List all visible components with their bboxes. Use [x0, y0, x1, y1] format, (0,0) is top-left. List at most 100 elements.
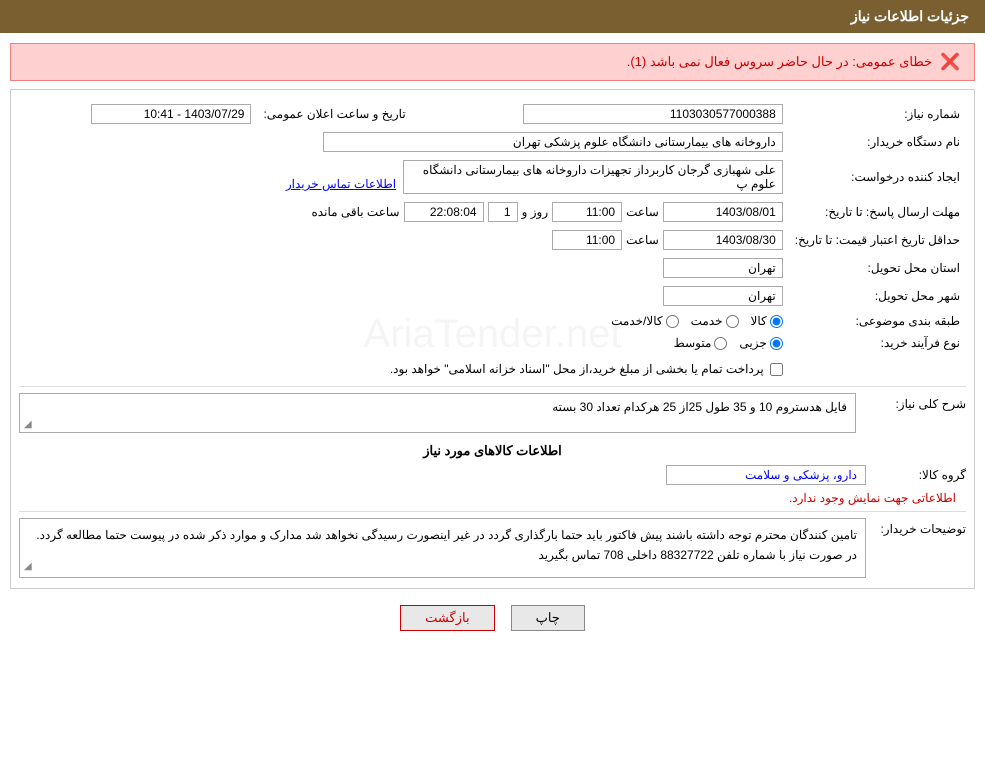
groupKala-row: گروه کالا: دارو، پزشکی و سلامت — [19, 465, 966, 485]
tarikh-label: تاریخ و ساعت اعلان عمومی: — [257, 100, 411, 128]
sharhKoli-box: فایل هدستروم 10 و 35 طول 25از 25 هرکدام … — [19, 393, 856, 433]
mohlat-rooz-label: روز و — [522, 205, 549, 219]
tabaghe-kalaKhedmat-item[interactable]: کالا/خدمت — [611, 314, 678, 328]
tozi-box: تامین کنندگان محترم توجه داشته باشند پیش… — [19, 518, 866, 578]
error-icon: ❌ — [940, 52, 960, 72]
row-shahr: شهر محل تحویل: تهران — [19, 282, 966, 310]
page-title: جزئیات اطلاعات نیاز — [851, 8, 969, 24]
separator-1 — [19, 386, 966, 387]
mohlat-group: 1403/08/01 ساعت 11:00 روز و 1 22:08:04 س… — [25, 202, 783, 222]
shahr-value: تهران — [19, 282, 789, 310]
navFarayand-motavasset-item[interactable]: متوسط — [674, 336, 728, 350]
navFarayand-radios: جزیی متوسط — [19, 332, 789, 354]
navFarayand-motavasset-label: متوسط — [674, 336, 712, 350]
namDastgah-value: داروخانه های بیمارستانی دانشگاه علوم پزش… — [19, 128, 789, 156]
ijadKon-field: علی شهبازی گرجان کاربرداز تجهیزات داروخا… — [403, 160, 783, 194]
page-wrapper: جزئیات اطلاعات نیاز ❌ خطای عمومی: در حال… — [0, 0, 985, 765]
ostan-value: تهران — [19, 254, 789, 282]
hadaghal-group: 1403/08/30 ساعت 11:00 — [25, 230, 783, 250]
print-button[interactable]: چاپ — [511, 605, 585, 631]
checkbox-label: پرداخت تمام یا بخشی از مبلغ خرید،از محل … — [390, 362, 764, 376]
page-header: جزئیات اطلاعات نیاز — [0, 0, 985, 33]
hadaghal-date-field: 1403/08/30 — [663, 230, 783, 250]
navFarayand-label: نوع فرآیند خرید: — [789, 332, 966, 354]
row-hadaghal: حداقل تاریخ اعتبار قیمت: تا تاریخ: 1403/… — [19, 226, 966, 254]
noInfo-text: اطلاعاتی جهت نمایش وجود ندارد. — [19, 491, 966, 505]
navFarayand-jozi-label: جزیی — [739, 336, 766, 350]
form-table: شماره نیاز: 1103030577000388 تاریخ و ساع… — [19, 100, 966, 380]
shahr-field: تهران — [663, 286, 783, 306]
tozi-row: توضیحات خریدار: تامین کنندگان محترم توجه… — [19, 518, 966, 578]
checkbox-row: پرداخت تمام یا بخشی از مبلغ خرید،از محل … — [25, 362, 783, 376]
khazane-checkbox[interactable] — [770, 363, 783, 376]
separator-2 — [19, 511, 966, 512]
mohlat-saat-field: 11:00 — [552, 202, 622, 222]
tabaghe-khedmat-label: خدمت — [691, 314, 723, 328]
mohlat-saat-label: ساعت — [626, 205, 659, 219]
groupKala-field: دارو، پزشکی و سلامت — [666, 465, 866, 485]
ijadKon-label: ایجاد کننده درخواست: — [789, 156, 966, 198]
tarikh-field: 1403/07/29 - 10:41 — [91, 104, 251, 124]
checkbox-cell: پرداخت تمام یا بخشی از مبلغ خرید،از محل … — [19, 354, 789, 380]
checkbox-label-cell — [789, 354, 966, 380]
namDastgah-label: نام دستگاه خریدار: — [789, 128, 966, 156]
sharhKoli-label: شرح کلی نیاز: — [856, 393, 966, 411]
row-ostan: استان محل تحویل: تهران — [19, 254, 966, 282]
row-navFarayand: نوع فرآیند خرید: جزیی متوسط — [19, 332, 966, 354]
row-tabaghe: طبقه بندی موضوعی: کالا خدمت — [19, 310, 966, 332]
hadaghal-label: حداقل تاریخ اعتبار قیمت: تا تاریخ: — [789, 226, 966, 254]
row-mohlat: مهلت ارسال پاسخ: تا تاریخ: 1403/08/01 سا… — [19, 198, 966, 226]
shomareNiaz-label: شماره نیاز: — [789, 100, 966, 128]
tabaghe-radios: کالا خدمت کالا/خدمت — [19, 310, 789, 332]
ijadKon-value: علی شهبازی گرجان کاربرداز تجهیزات داروخا… — [19, 156, 789, 198]
hadaghal-saat-label: ساعت — [626, 233, 659, 247]
tabaghe-radio-group: کالا خدمت کالا/خدمت — [25, 314, 783, 328]
mohlat-date-field: 1403/08/01 — [663, 202, 783, 222]
namDastgah-field: داروخانه های بیمارستانی دانشگاه علوم پزش… — [323, 132, 783, 152]
groupKala-label: گروه کالا: — [866, 468, 966, 482]
shomareNiaz-field: 1103030577000388 — [523, 104, 783, 124]
tabaghe-kala-item[interactable]: کالا — [751, 314, 783, 328]
hadaghal-value: 1403/08/30 ساعت 11:00 — [19, 226, 789, 254]
shomareNiaz-value: 1103030577000388 — [412, 100, 789, 128]
ostan-label: استان محل تحویل: — [789, 254, 966, 282]
sharhKoli-text: فایل هدستروم 10 و 35 طول 25از 25 هرکدام … — [552, 400, 847, 414]
ijadKon-link[interactable]: اطلاعات تماس خریدار — [286, 177, 396, 191]
mohlat-value: 1403/08/01 ساعت 11:00 روز و 1 22:08:04 س… — [19, 198, 789, 226]
tozi-text: تامین کنندگان محترم توجه داشته باشند پیش… — [36, 528, 857, 562]
main-form-section: AriaTender.net شماره نیاز: 1103030577000… — [10, 89, 975, 589]
ostan-field: تهران — [663, 258, 783, 278]
row-shomareNiaz: شماره نیاز: 1103030577000388 تاریخ و ساع… — [19, 100, 966, 128]
back-button[interactable]: بازگشت — [400, 605, 494, 631]
tabaghe-kalaKhedmat-radio[interactable] — [666, 315, 679, 328]
tarikh-value: 1403/07/29 - 10:41 — [19, 100, 257, 128]
navFarayand-jozi-radio[interactable] — [770, 337, 783, 350]
kalaInfo-title: اطلاعات کالاهای مورد نیاز — [19, 443, 966, 459]
navFarayand-motavasset-radio[interactable] — [714, 337, 727, 350]
tozi-box-wrap: تامین کنندگان محترم توجه داشته باشند پیش… — [19, 518, 866, 578]
tabaghe-kala-radio[interactable] — [770, 315, 783, 328]
tozi-arrow: ◢ — [24, 558, 32, 575]
row-checkbox: پرداخت تمام یا بخشی از مبلغ خرید،از محل … — [19, 354, 966, 380]
sharhKoli-row: شرح کلی نیاز: فایل هدستروم 10 و 35 طول 2… — [19, 393, 966, 433]
navFarayand-jozi-item[interactable]: جزیی — [739, 336, 782, 350]
groupKala-text: دارو، پزشکی و سلامت — [745, 468, 857, 482]
tabaghe-label: طبقه بندی موضوعی: — [789, 310, 966, 332]
navFarayand-radio-group: جزیی متوسط — [25, 336, 783, 350]
mohlat-label: مهلت ارسال پاسخ: تا تاریخ: — [789, 198, 966, 226]
tabaghe-khedmat-item[interactable]: خدمت — [691, 314, 739, 328]
tabaghe-kala-label: کالا — [751, 314, 767, 328]
sharhKoli-box-wrap: فایل هدستروم 10 و 35 طول 25از 25 هرکدام … — [19, 393, 856, 433]
error-message: خطای عمومی: در حال حاضر سروس فعال نمی با… — [627, 54, 932, 70]
shahr-label: شهر محل تحویل: — [789, 282, 966, 310]
mohlat-mande-field: 22:08:04 — [404, 202, 484, 222]
mohlat-mande-label: ساعت باقی مانده — [312, 205, 400, 219]
mohlat-rooz-field: 1 — [488, 202, 518, 222]
tabaghe-khedmat-radio[interactable] — [726, 315, 739, 328]
button-row: چاپ بازگشت — [0, 605, 985, 631]
tabaghe-kalaKhedmat-label: کالا/خدمت — [611, 314, 662, 328]
row-namDastgah: نام دستگاه خریدار: داروخانه های بیمارستا… — [19, 128, 966, 156]
error-bar: ❌ خطای عمومی: در حال حاضر سروس فعال نمی … — [10, 43, 975, 81]
desc-arrow: ◢ — [24, 419, 32, 430]
row-ijadKon: ایجاد کننده درخواست: علی شهبازی گرجان کا… — [19, 156, 966, 198]
